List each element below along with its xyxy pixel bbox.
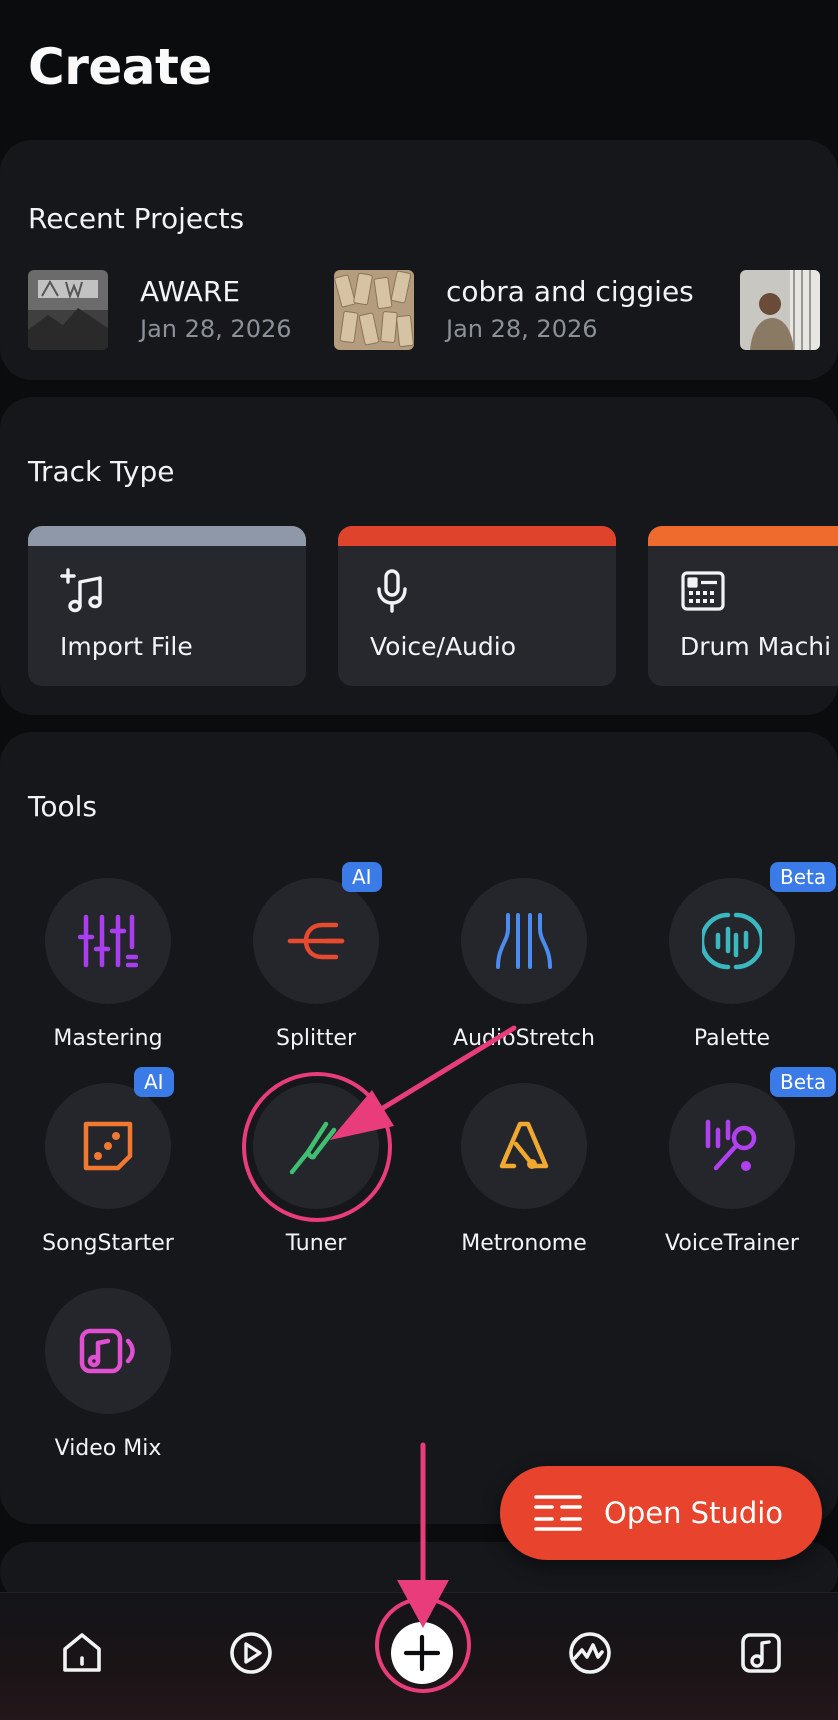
tuning-fork-icon: [289, 1121, 337, 1175]
splitter-icon: [287, 922, 345, 960]
tools-section: Tools Mastering AI Splitter AudioStretch…: [0, 732, 838, 1524]
track-label: Voice/Audio: [370, 632, 517, 661]
track-type-title: Track Type: [28, 455, 175, 488]
tool-label: SongStarter: [42, 1231, 174, 1256]
tool-tuner[interactable]: Tuner: [216, 1083, 416, 1283]
nav-play[interactable]: [221, 1623, 281, 1683]
tool-icon-circle: [461, 1083, 587, 1209]
tool-songstarter[interactable]: AI SongStarter: [8, 1067, 208, 1283]
project-date: Jan 28, 2026: [446, 315, 598, 343]
mastering-sliders-icon: [78, 914, 138, 968]
tool-icon-circle: [45, 1083, 171, 1209]
recent-projects-section: Recent Projects AWARE Jan 28, 2026 cobra…: [0, 140, 838, 380]
tool-label: Video Mix: [54, 1436, 162, 1461]
video-music-icon: [79, 1328, 135, 1374]
recent-project-aware[interactable]: AWARE Jan 28, 2026: [28, 270, 292, 350]
play-circle-icon: [230, 1632, 272, 1674]
track-color-bar: [648, 526, 838, 546]
open-studio-button[interactable]: Open Studio: [500, 1466, 822, 1560]
tool-label: VoiceTrainer: [665, 1231, 799, 1256]
beta-badge: Beta: [770, 862, 837, 892]
metronome-icon: [499, 1121, 549, 1169]
tool-icon-circle: [253, 878, 379, 1004]
tool-splitter[interactable]: AI Splitter: [216, 862, 416, 1078]
music-note-icon: [741, 1633, 781, 1673]
ai-badge: AI: [342, 862, 382, 892]
palette-icon: [702, 912, 762, 970]
ai-badge: AI: [134, 1067, 174, 1097]
project-thumbnail-aware: [28, 270, 108, 350]
microphone-icon: [377, 569, 407, 613]
nav-library[interactable]: [731, 1623, 791, 1683]
track-color-bar: [338, 526, 616, 546]
beta-badge: Beta: [770, 1067, 837, 1097]
tool-palette[interactable]: Beta Palette: [632, 862, 837, 1078]
nav-activity[interactable]: [560, 1623, 620, 1683]
track-import-file[interactable]: Import File: [28, 526, 306, 686]
track-label: Drum Machi: [680, 632, 832, 661]
activity-icon: [569, 1632, 611, 1674]
project-name: cobra and ciggies: [446, 275, 694, 308]
project-date: Jan 28, 2026: [140, 315, 292, 343]
nav-home[interactable]: [52, 1623, 112, 1683]
tool-voicetrainer[interactable]: Beta VoiceTrainer: [632, 1067, 837, 1283]
project-name: AWARE: [140, 275, 241, 308]
track-color-bar: [28, 526, 306, 546]
voicetrainer-icon: [705, 1119, 757, 1171]
tool-label: Mastering: [53, 1026, 163, 1051]
tool-icon-circle: [45, 1288, 171, 1414]
audiostretch-icon: [496, 913, 552, 969]
recent-projects-title: Recent Projects: [28, 202, 245, 235]
tool-label: Palette: [693, 1026, 771, 1051]
track-voice-audio[interactable]: Voice/Audio: [338, 526, 616, 686]
dice-icon: [83, 1121, 133, 1171]
tool-video-mix[interactable]: Video Mix: [8, 1288, 208, 1488]
tool-label: Tuner: [285, 1231, 347, 1256]
track-drum-machine[interactable]: Drum Machi: [648, 526, 838, 686]
project-thumbnail-cobra: [334, 270, 414, 350]
tool-metronome[interactable]: Metronome: [424, 1083, 624, 1283]
header: Create: [0, 0, 838, 125]
page-title: Create: [28, 38, 212, 96]
tool-icon-circle: [45, 878, 171, 1004]
tool-icon-circle: [669, 1083, 795, 1209]
tool-icon-circle: [669, 878, 795, 1004]
home-icon: [63, 1633, 101, 1672]
track-type-section: Track Type Import File Voice/Audio Drum …: [0, 397, 838, 715]
open-studio-label: Open Studio: [604, 1496, 784, 1530]
track-label: Import File: [60, 632, 193, 661]
tool-audiostretch[interactable]: AudioStretch: [424, 878, 624, 1078]
tool-label: AudioStretch: [453, 1026, 595, 1051]
bottom-nav: [0, 1592, 838, 1720]
studio-tracks-icon: [534, 1495, 582, 1531]
project-thumbnail-third: [740, 270, 820, 350]
recent-project-cobra-and-ciggies[interactable]: cobra and ciggies Jan 28, 2026: [334, 270, 694, 350]
tools-title: Tools: [28, 790, 97, 823]
drum-machine-icon: [681, 571, 725, 611]
recent-project-third[interactable]: [740, 270, 820, 350]
tool-icon-circle: [461, 878, 587, 1004]
nav-create[interactable]: [391, 1622, 453, 1684]
tool-icon-circle: [253, 1083, 379, 1209]
tool-label: Metronome: [461, 1231, 587, 1256]
plus-icon: [403, 1634, 441, 1672]
tool-mastering[interactable]: Mastering: [8, 878, 208, 1078]
music-plus-icon: [60, 568, 102, 613]
tool-label: Splitter: [276, 1026, 356, 1051]
